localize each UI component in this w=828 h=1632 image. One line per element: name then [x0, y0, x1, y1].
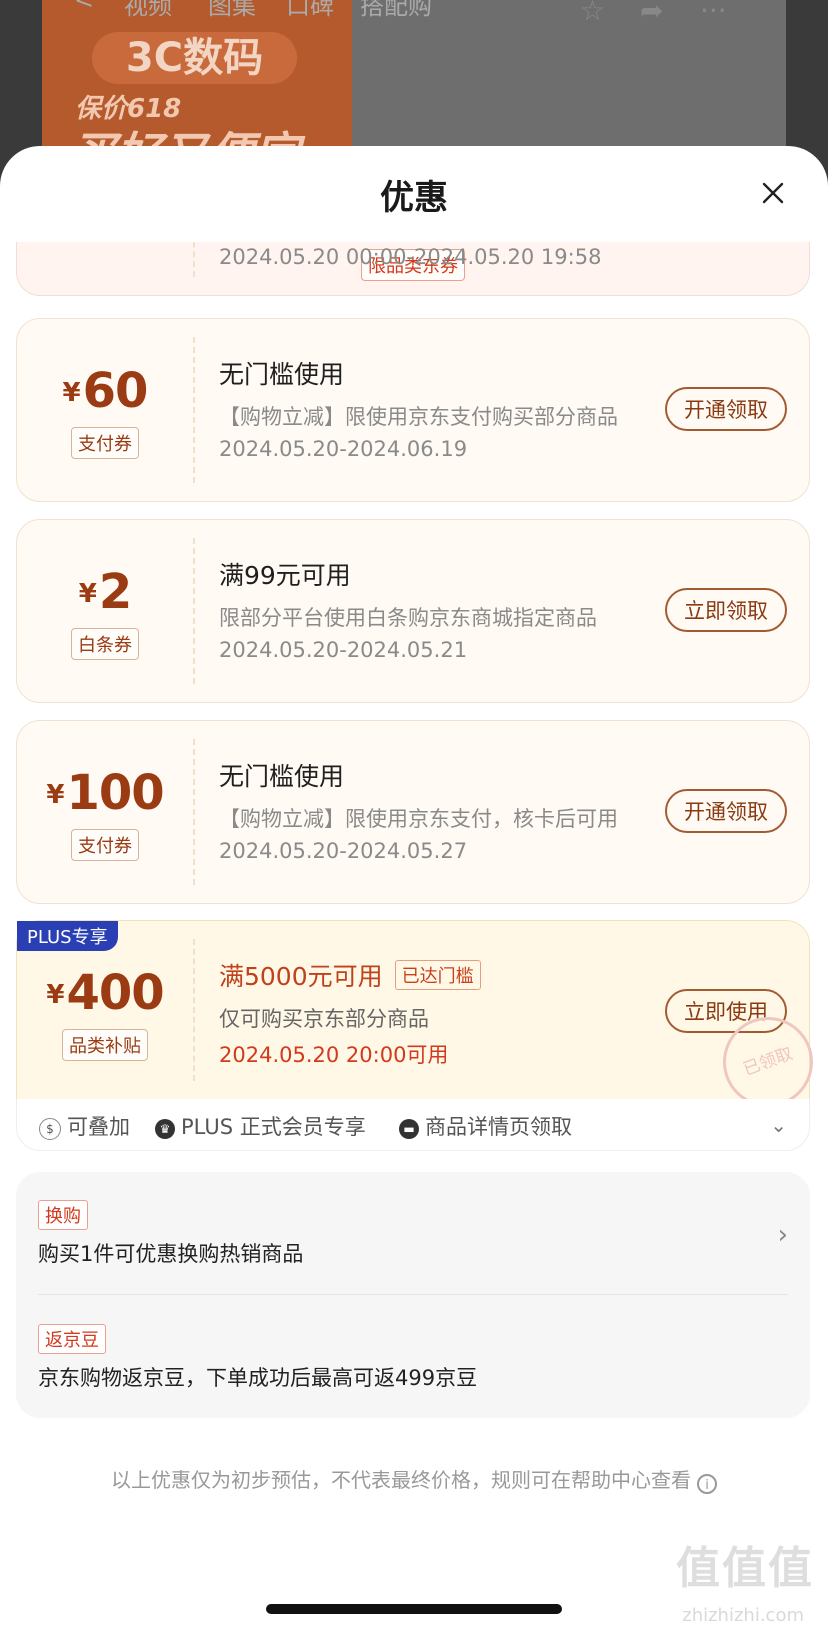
coupon-card: ¥100 支付券 无门槛使用 【购物立减】限使用京东支付，核卡后可用 2024.…: [16, 720, 810, 904]
watermark-url: zhizhizhi.com: [682, 1605, 804, 1626]
amount-value: 60: [82, 363, 149, 419]
coupon-desc: 限部分平台使用白条购京东商城指定商品: [219, 606, 597, 630]
disclaimer: 以上优惠仅为初步预估，不代表最终价格，规则可在帮助中心查看 i: [0, 1464, 828, 1494]
back-icon: <: [74, 0, 95, 14]
coupon-value: ¥60 支付券: [17, 319, 193, 501]
chevron-down-icon[interactable]: ⌄: [770, 1113, 787, 1137]
discount-sheet: 优惠 限品类东券 2024.05.20 00:00-2024.05.20 19:…: [0, 146, 828, 1632]
coupon-divider: [193, 337, 195, 483]
offer-text: 京东购物返京豆，下单成功后最高可返499京豆: [38, 1366, 478, 1390]
coupon-date: 2024.05.20-2024.06.19: [219, 437, 468, 461]
coupon-amount: ¥2: [17, 564, 193, 620]
stackable-info: $ 可叠加: [39, 1111, 130, 1141]
currency-symbol: ¥: [62, 378, 81, 408]
coupon-divider: [193, 939, 195, 1081]
amount-value: 400: [66, 965, 164, 1021]
coupon-value: ¥2 白条券: [17, 520, 193, 702]
currency-symbol: ¥: [78, 579, 97, 609]
coupon-date: 2024.05.20-2024.05.27: [219, 839, 468, 863]
coupon-desc: 【购物立减】限使用京东支付购买部分商品: [219, 405, 618, 429]
stack-icon: $: [39, 1118, 61, 1140]
coupon-type: 白条券: [71, 628, 139, 660]
stackable-label: 可叠加: [67, 1115, 130, 1139]
coupon-date: 2024.05.20 20:00可用: [219, 1043, 449, 1067]
claim-button[interactable]: 立即领取: [665, 588, 787, 632]
claim-button[interactable]: 开通领取: [665, 789, 787, 833]
coupon-divider: [193, 739, 195, 885]
plus-coupon-footer[interactable]: $ 可叠加 ♛ PLUS 正式会员专享 ▬ 商品详情页领取 ⌄: [16, 1099, 810, 1151]
coupon-amount: ¥100: [17, 765, 193, 821]
coupon-type: 支付券: [71, 427, 139, 459]
coupon-title-row: 满5000元可用 已达门槛: [219, 957, 481, 993]
bg-badge: 3C数码: [92, 32, 297, 84]
coupon-value: ¥400 品类补贴: [17, 921, 193, 1099]
share-icon: ➦: [640, 0, 664, 27]
coupon-desc: 【购物立减】限使用京东支付，核卡后可用: [219, 807, 618, 831]
detail-page-info: ▬ 商品详情页领取: [399, 1111, 572, 1141]
close-button[interactable]: [760, 180, 786, 206]
currency-symbol: ¥: [46, 980, 65, 1010]
disclaimer-text: 以上优惠仅为初步预估，不代表最终价格，规则可在帮助中心查看: [111, 1468, 691, 1492]
coupon-amount: ¥400: [17, 965, 193, 1021]
detail-page-label: 商品详情页领取: [425, 1115, 572, 1139]
coupon-title: 无门槛使用: [219, 762, 345, 791]
coupon-title: 满99元可用: [219, 561, 351, 590]
coupon-amount: ¥60: [17, 363, 193, 419]
offer-text[interactable]: 购买1件可优惠换购热销商品: [38, 1238, 303, 1268]
offer-tag: 换购: [38, 1200, 88, 1230]
coupon-divider: [193, 242, 195, 277]
coupon-date: 2024.05.20 00:00-2024.05.20 19:58: [219, 245, 602, 269]
coupon-card: ¥60 支付券 无门槛使用 【购物立减】限使用京东支付购买部分商品 2024.0…: [16, 318, 810, 502]
chevron-right-icon[interactable]: ›: [778, 1220, 788, 1250]
coupon-value: ¥100 支付券: [17, 721, 193, 903]
coupon-divider: [193, 538, 195, 684]
threshold-reached-badge: 已达门槛: [394, 960, 481, 990]
divider: [38, 1294, 788, 1295]
watermark: 值值值: [676, 1543, 814, 1594]
coupon-date: 2024.05.20-2024.05.21: [219, 638, 468, 662]
offer-tag: 返京豆: [38, 1324, 106, 1354]
claim-button[interactable]: 开通领取: [665, 387, 787, 431]
amount-value: 100: [66, 765, 164, 821]
currency-symbol: ¥: [46, 780, 65, 810]
bg-nav-item: 视频: [124, 0, 172, 20]
bg-nav-item: 搭配购: [360, 0, 432, 20]
coupon-title: 满5000元可用: [219, 962, 383, 991]
coupon-type: 支付券: [71, 829, 139, 861]
coupon-desc: 仅可购买京东部分商品: [219, 1007, 429, 1031]
plus-member-label: PLUS 正式会员专享: [181, 1115, 366, 1139]
sheet-header: 优惠: [0, 146, 828, 242]
more-icon: ···: [700, 0, 727, 27]
coupon-title: 无门槛使用: [219, 360, 345, 389]
amount-value: 2: [98, 564, 132, 620]
coupon-card: 限品类东券 2024.05.20 00:00-2024.05.20 19:58: [16, 242, 810, 296]
plus-member-info: ♛ PLUS 正式会员专享: [155, 1111, 366, 1141]
close-icon: [762, 182, 784, 204]
other-offers: 换购 购买1件可优惠换购热销商品 › 返京豆 京东购物返京豆，下单成功后最高可返…: [16, 1172, 810, 1418]
bg-nav-item: 口碑: [286, 0, 334, 20]
info-icon[interactable]: i: [697, 1474, 717, 1494]
coupon-type: 品类补贴: [62, 1029, 148, 1061]
coupon-card: ¥2 白条券 满99元可用 限部分平台使用白条购京东商城指定商品 2024.05…: [16, 519, 810, 703]
coupon-list[interactable]: 限品类东券 2024.05.20 00:00-2024.05.20 19:58 …: [0, 242, 828, 1632]
coupon-icon: ▬: [399, 1119, 419, 1139]
plus-coupon-card: PLUS专享 ¥400 品类补贴 满5000元可用 已达门槛 仅可购买京东部分商品…: [16, 920, 826, 1120]
bg-nav-item: 图集: [208, 0, 256, 20]
home-indicator[interactable]: [266, 1604, 562, 1614]
crown-icon: ♛: [155, 1119, 175, 1139]
sheet-title: 优惠: [380, 178, 448, 218]
favorite-icon: ☆: [580, 0, 606, 27]
